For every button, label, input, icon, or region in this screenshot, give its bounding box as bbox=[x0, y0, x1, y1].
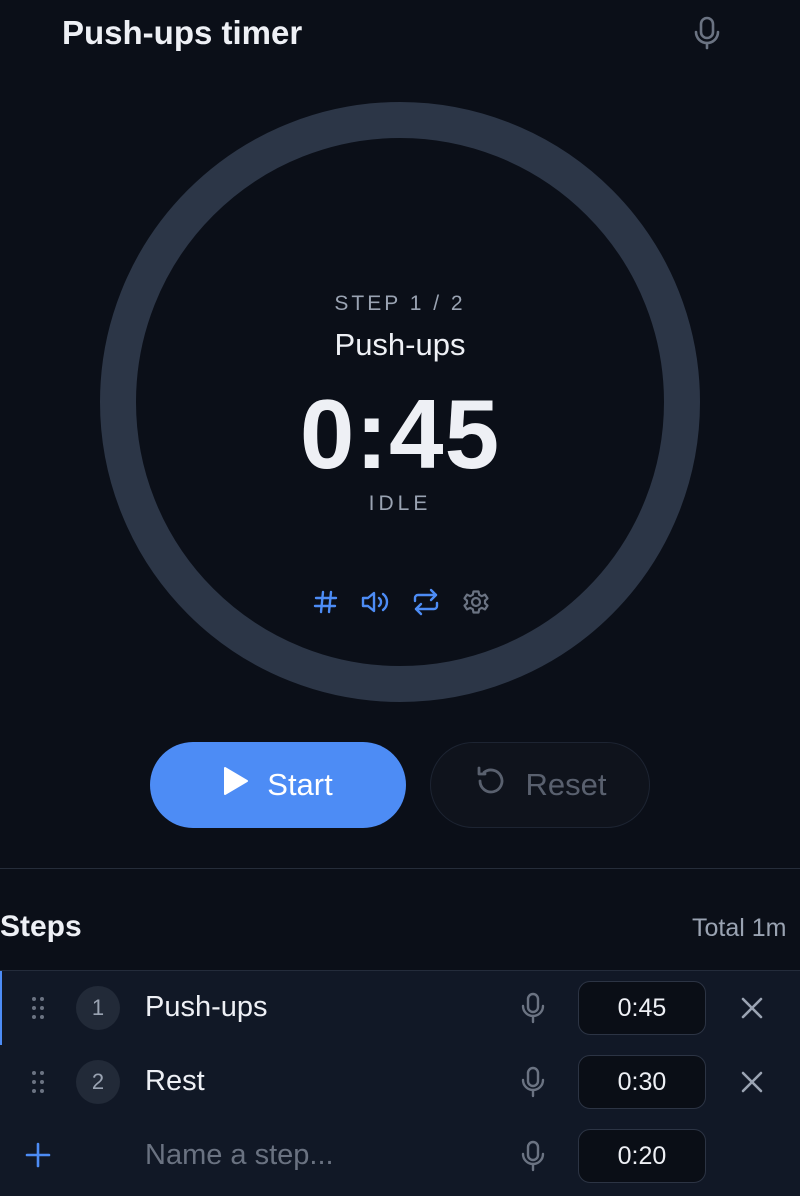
microphone-icon[interactable] bbox=[520, 991, 546, 1025]
steps-heading: Steps bbox=[0, 910, 82, 943]
total-duration: Total 1m bbox=[692, 914, 787, 942]
reset-icon bbox=[474, 764, 508, 806]
section-divider bbox=[0, 868, 800, 869]
step-row[interactable]: 2 Rest 0:30 bbox=[0, 1045, 800, 1119]
drag-handle-icon[interactable] bbox=[28, 1067, 48, 1097]
step-name-field[interactable]: Rest bbox=[145, 1065, 205, 1098]
hash-icon[interactable] bbox=[309, 585, 343, 619]
step-name-field[interactable]: Push-ups bbox=[145, 991, 268, 1024]
microphone-icon[interactable] bbox=[520, 1065, 546, 1099]
timer-options bbox=[309, 585, 493, 619]
reset-label: Reset bbox=[525, 767, 607, 802]
new-step-row: Name a step... 0:20 bbox=[0, 1119, 800, 1193]
new-step-input[interactable]: Name a step... bbox=[145, 1139, 334, 1172]
step-row[interactable]: 1 Push-ups 0:45 bbox=[0, 971, 800, 1045]
repeat-icon[interactable] bbox=[409, 585, 443, 619]
current-step-name: Push-ups bbox=[334, 327, 466, 362]
plus-icon[interactable] bbox=[24, 1141, 52, 1169]
duration-field[interactable]: 0:45 bbox=[578, 981, 706, 1035]
step-counter: STEP 1 / 2 bbox=[334, 292, 466, 315]
gear-icon[interactable] bbox=[459, 585, 493, 619]
time-display: 0:45 bbox=[299, 379, 501, 489]
close-icon[interactable] bbox=[737, 1067, 767, 1097]
step-number: 2 bbox=[76, 1060, 120, 1104]
step-number: 1 bbox=[76, 986, 120, 1030]
close-icon[interactable] bbox=[737, 993, 767, 1023]
status-label: IDLE bbox=[368, 492, 432, 515]
drag-handle-icon[interactable] bbox=[28, 993, 48, 1023]
microphone-icon[interactable] bbox=[692, 15, 722, 51]
volume-icon[interactable] bbox=[359, 585, 393, 619]
new-step-duration-field[interactable]: 0:20 bbox=[578, 1129, 706, 1183]
start-button[interactable]: Start bbox=[150, 742, 406, 828]
page-title: Push-ups timer bbox=[62, 14, 303, 51]
duration-field[interactable]: 0:30 bbox=[578, 1055, 706, 1109]
start-label: Start bbox=[267, 767, 333, 802]
reset-button[interactable]: Reset bbox=[430, 742, 650, 828]
play-icon bbox=[223, 766, 249, 804]
steps-list: 1 Push-ups 0:45 2 Rest 0:30 Name a step.… bbox=[0, 970, 800, 1196]
microphone-icon[interactable] bbox=[520, 1139, 546, 1173]
